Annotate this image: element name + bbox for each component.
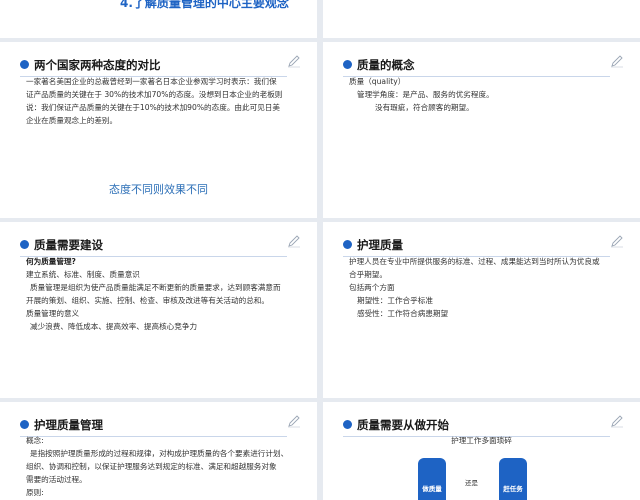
slide-top-left: 4.了解质量管理的中心主要观念 bbox=[0, 0, 317, 38]
emphasis-text: 态度不同则效果不同 bbox=[109, 183, 208, 196]
body-line: 质量管理的意义 bbox=[26, 309, 80, 318]
body-line: 证产品质量的关键在于 30%的技术加70%的态度。没想到日本企业的老板则 bbox=[26, 90, 283, 99]
pencil-icon bbox=[288, 235, 300, 248]
body-line: 期望性：工作合乎标准 bbox=[357, 296, 433, 305]
body-line: 护理人员在专业中所提供服务的标准、过程、成果能达到当时所认为优良或 bbox=[349, 257, 600, 266]
body-line: 质量管理是组织为使产品质量能满足不断更新的质量要求，达到顾客满意而 bbox=[30, 283, 281, 292]
pencil-icon bbox=[611, 415, 623, 428]
slide-title: 护理质量 bbox=[357, 238, 403, 252]
rush-task-pill: 赶任务 bbox=[499, 458, 527, 500]
bullet-dot-icon bbox=[20, 240, 29, 249]
slide-header: 护理质量管理 bbox=[20, 415, 297, 435]
body-line: 是指按照护理质量形成的过程和规律，对构成护理质量的各个要素进行计划、 bbox=[30, 449, 289, 458]
bullet-dot-icon bbox=[343, 60, 352, 69]
body-line: 组织、协调和控制，以保证护理服务达到规定的标准、满足和超越服务对象 bbox=[26, 462, 277, 471]
slide-header: 质量的概念 bbox=[343, 55, 620, 75]
body-line: 减少浪费、降低成本、提高效率、提高核心竞争力 bbox=[30, 322, 198, 331]
slide-title: 护理质量管理 bbox=[34, 418, 103, 432]
bullet-dot-icon bbox=[20, 420, 29, 429]
slide-nursing-quality-management[interactable]: 护理质量管理 概念: 是指按照护理质量形成的过程和规律，对构成护理质量的各个要素… bbox=[0, 402, 317, 500]
body-line: 包括两个方面 bbox=[349, 283, 395, 292]
do-quality-pill: 做质量 bbox=[418, 458, 446, 500]
body-line: 企业在质量观念上的差别。 bbox=[26, 116, 118, 125]
body-line: 建立系统、标准、制度、质量意识 bbox=[26, 270, 140, 279]
body-heading: 何为质量管理? bbox=[26, 257, 76, 266]
or-text: 还是 bbox=[465, 479, 478, 487]
body-line: 管理学角度：是产品、服务的优劣程度。 bbox=[357, 90, 494, 99]
slide-nursing-quality[interactable]: 护理质量 护理人员在专业中所提供服务的标准、过程、成果能达到当时所认为优良或 合… bbox=[323, 222, 640, 398]
body-line: 没有瑕疵，符合顾客的期望。 bbox=[375, 103, 474, 112]
body-line: 感受性：工作符合病患期望 bbox=[357, 309, 449, 318]
pencil-icon bbox=[611, 235, 623, 248]
slide-top-right bbox=[323, 0, 640, 38]
slide-body: 一家著名美国企业的总裁曾经到一家著名日本企业参观学习时表示：我们保 证产品质量的… bbox=[26, 75, 295, 127]
body-line: 一家著名美国企业的总裁曾经到一家著名日本企业参观学习时表示：我们保 bbox=[26, 77, 277, 86]
top-slide-title: 4.了解质量管理的中心主要观念 bbox=[120, 0, 289, 10]
body-line: 合乎期望。 bbox=[349, 270, 387, 279]
slide-header: 质量需要从做开始 bbox=[343, 415, 620, 435]
body-line: 说：我们保证产品质量的关键在于10%的技术加90%的态度。由此可见日美 bbox=[26, 103, 280, 112]
body-line: 质量（quality） bbox=[349, 77, 406, 86]
slide-title: 质量需要从做开始 bbox=[357, 418, 449, 432]
pencil-icon bbox=[288, 55, 300, 68]
bullet-dot-icon bbox=[343, 240, 352, 249]
slide-title: 两个国家两种态度的对比 bbox=[34, 58, 161, 72]
slide-body: 概念: 是指按照护理质量形成的过程和规律，对构成护理质量的各个要素进行计划、 组… bbox=[26, 434, 295, 499]
slide-body: 护理人员在专业中所提供服务的标准、过程、成果能达到当时所认为优良或 合乎期望。 … bbox=[349, 255, 618, 320]
slide-body: 何为质量管理? 建立系统、标准、制度、质量意识 质量管理是组织为使产品质量能满足… bbox=[26, 255, 295, 333]
slide-header: 质量需要建设 bbox=[20, 235, 297, 255]
slide-two-countries[interactable]: 两个国家两种态度的对比 一家著名美国企业的总裁曾经到一家著名日本企业参观学习时表… bbox=[0, 42, 317, 218]
slide-subtitle: 护理工作多面琐碎 bbox=[451, 436, 512, 445]
slide-header: 护理质量 bbox=[343, 235, 620, 255]
slide-quality-from-doing[interactable]: 质量需要从做开始 护理工作多面琐碎 做质量 还是 赶任务 bbox=[323, 402, 640, 500]
slide-header: 两个国家两种态度的对比 bbox=[20, 55, 297, 75]
slide-quality-building[interactable]: 质量需要建设 何为质量管理? 建立系统、标准、制度、质量意识 质量管理是组织为使… bbox=[0, 222, 317, 398]
pencil-icon bbox=[611, 55, 623, 68]
body-line: 原则: bbox=[26, 488, 44, 497]
bullet-dot-icon bbox=[20, 60, 29, 69]
slide-title: 质量需要建设 bbox=[34, 238, 103, 252]
slide-title: 质量的概念 bbox=[357, 58, 415, 72]
body-line: 需要的活动过程。 bbox=[26, 475, 87, 484]
slide-body: 质量（quality） 管理学角度：是产品、服务的优劣程度。 没有瑕疵，符合顾客… bbox=[349, 75, 618, 114]
bullet-dot-icon bbox=[343, 420, 352, 429]
pencil-icon bbox=[288, 415, 300, 428]
slide-quality-concept[interactable]: 质量的概念 质量（quality） 管理学角度：是产品、服务的优劣程度。 没有瑕… bbox=[323, 42, 640, 218]
body-line: 开展的策划、组织、实施、控制、检查、审核及改进等有关活动的总和。 bbox=[26, 296, 269, 305]
body-line: 概念: bbox=[26, 436, 44, 445]
